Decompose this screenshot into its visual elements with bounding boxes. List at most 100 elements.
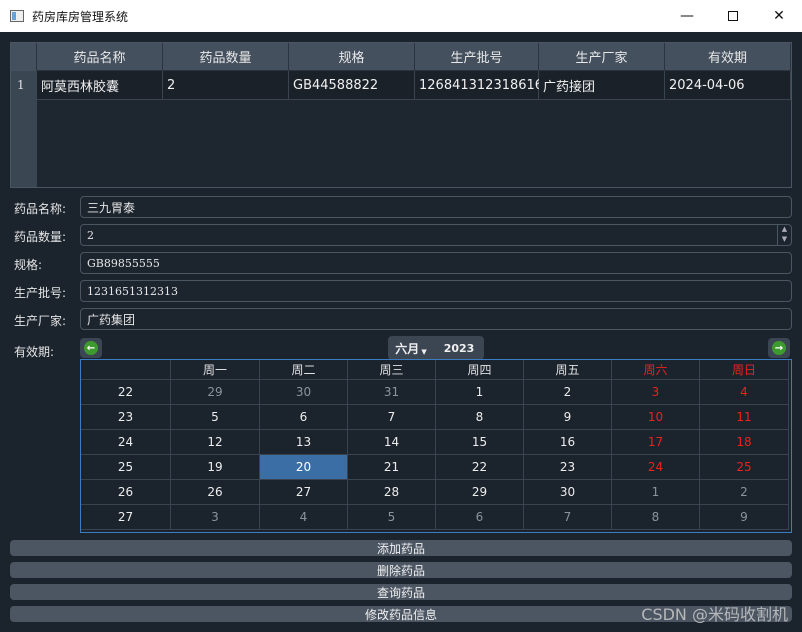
calendar-day[interactable]: 31 (348, 380, 436, 405)
calendar-day[interactable]: 2 (524, 380, 612, 405)
maximize-icon (728, 11, 738, 21)
window-title: 药房库房管理系统 (32, 9, 129, 24)
arrow-left-icon: ← (84, 341, 98, 355)
calendar-week-row: 27 3 4 5 6 7 8 9 (81, 505, 789, 530)
column-header-batch[interactable]: 生产批号 (415, 43, 539, 71)
spin-up-icon[interactable]: ▲ (778, 225, 791, 235)
calendar-day-selected[interactable]: 20 (260, 455, 348, 480)
name-label: 药品名称: (14, 202, 67, 216)
calendar-day[interactable]: 9 (700, 505, 789, 530)
watermark: CSDN @米码收割机 (641, 605, 788, 624)
batch-label: 生产批号: (14, 286, 67, 300)
spec-input[interactable]: GB89855555 (80, 252, 792, 274)
add-drug-button[interactable]: 添加药品 (10, 540, 792, 556)
table-header: 药品名称 药品数量 规格 生产批号 生产厂家 有效期 (37, 43, 791, 71)
calendar-day[interactable]: 25 (700, 455, 789, 480)
week-number: 27 (81, 505, 171, 530)
weekday-header: 周二 (260, 360, 348, 380)
calendar-day[interactable]: 4 (260, 505, 348, 530)
close-icon: ✕ (773, 8, 785, 24)
calendar-day[interactable]: 8 (612, 505, 700, 530)
calendar-day[interactable]: 26 (171, 480, 260, 505)
calendar-navigation: ← 六月 ▼ 2023 → (80, 336, 792, 360)
calendar-day[interactable]: 13 (260, 430, 348, 455)
calendar-day[interactable]: 29 (171, 380, 260, 405)
prev-month-button[interactable]: ← (80, 338, 102, 358)
cell-maker[interactable]: 广药接团 (539, 71, 665, 100)
calendar-day[interactable]: 7 (524, 505, 612, 530)
week-number: 23 (81, 405, 171, 430)
maker-label: 生产厂家: (14, 314, 67, 328)
calendar-day[interactable]: 6 (436, 505, 524, 530)
cell-spec[interactable]: GB44588822 (289, 71, 415, 100)
week-number: 22 (81, 380, 171, 405)
row-number[interactable]: 1 (11, 71, 37, 100)
calendar-day[interactable]: 5 (348, 505, 436, 530)
spin-down-icon[interactable]: ▼ (778, 235, 791, 245)
calendar-day[interactable]: 3 (612, 380, 700, 405)
calendar-day[interactable]: 10 (612, 405, 700, 430)
calendar-day[interactable]: 5 (171, 405, 260, 430)
next-month-button[interactable]: → (768, 338, 790, 358)
calendar-day[interactable]: 9 (524, 405, 612, 430)
qty-spinbox[interactable]: 2 ▲ ▼ (80, 224, 792, 246)
calendar-day[interactable]: 14 (348, 430, 436, 455)
calendar-day[interactable]: 28 (348, 480, 436, 505)
table-corner-button[interactable] (11, 43, 37, 71)
query-drug-button[interactable]: 查询药品 (10, 584, 792, 600)
cell-name[interactable]: 阿莫西林胶囊 (37, 71, 163, 100)
maximize-button[interactable] (710, 0, 756, 32)
weekday-header: 周四 (436, 360, 524, 380)
name-input[interactable]: 三九胃泰 (80, 196, 792, 218)
calendar-day[interactable]: 4 (700, 380, 789, 405)
column-header-spec[interactable]: 规格 (289, 43, 415, 71)
column-header-expiry[interactable]: 有效期 (665, 43, 791, 71)
calendar-week-row: 26 26 27 28 29 30 1 2 (81, 480, 789, 505)
table-row[interactable]: 阿莫西林胶囊 2 GB44588822 126841312318616 广药接团… (37, 71, 791, 100)
calendar-day[interactable]: 1 (612, 480, 700, 505)
expiry-label: 有效期: (14, 345, 55, 359)
delete-drug-button[interactable]: 删除药品 (10, 562, 792, 578)
week-number: 24 (81, 430, 171, 455)
calendar-day[interactable]: 8 (436, 405, 524, 430)
close-button[interactable]: ✕ (756, 0, 802, 32)
calendar-day[interactable]: 3 (171, 505, 260, 530)
calendar-day[interactable]: 12 (171, 430, 260, 455)
column-header-name[interactable]: 药品名称 (37, 43, 163, 71)
batch-input[interactable]: 1231651312313 (80, 280, 792, 302)
calendar-day[interactable]: 29 (436, 480, 524, 505)
calendar-day[interactable]: 2 (700, 480, 789, 505)
drug-table[interactable]: 药品名称 药品数量 规格 生产批号 生产厂家 有效期 1 阿莫西林胶囊 2 GB… (10, 42, 792, 188)
week-number: 26 (81, 480, 171, 505)
calendar-day[interactable]: 30 (524, 480, 612, 505)
column-header-qty[interactable]: 药品数量 (163, 43, 289, 71)
arrow-right-icon: → (772, 341, 786, 355)
calendar-grid[interactable]: 周一 周二 周三 周四 周五 周六 周日 22 29 30 31 1 2 3 4 23 5 6 7 8 9 10 11 24… (80, 359, 792, 533)
calendar-day[interactable]: 21 (348, 455, 436, 480)
calendar-day[interactable]: 30 (260, 380, 348, 405)
calendar-day[interactable]: 15 (436, 430, 524, 455)
calendar-day[interactable]: 16 (524, 430, 612, 455)
calendar-day[interactable]: 19 (171, 455, 260, 480)
calendar-day[interactable]: 23 (524, 455, 612, 480)
maker-input[interactable]: 广药集团 (80, 308, 792, 330)
calendar-day[interactable]: 18 (700, 430, 789, 455)
minimize-button[interactable]: — (664, 0, 710, 32)
cell-qty[interactable]: 2 (163, 71, 289, 100)
weekday-header: 周三 (348, 360, 436, 380)
column-header-maker[interactable]: 生产厂家 (539, 43, 665, 71)
month-dropdown[interactable]: 六月 ▼ (388, 336, 434, 360)
calendar-day[interactable]: 17 (612, 430, 700, 455)
cell-batch[interactable]: 126841312318616 (415, 71, 543, 100)
calendar-day[interactable]: 27 (260, 480, 348, 505)
year-button[interactable]: 2023 (434, 336, 484, 360)
calendar-day[interactable]: 6 (260, 405, 348, 430)
calendar-day[interactable]: 24 (612, 455, 700, 480)
calendar-day[interactable]: 1 (436, 380, 524, 405)
calendar-day[interactable]: 22 (436, 455, 524, 480)
weekday-header: 周六 (612, 360, 700, 380)
cell-expiry[interactable]: 2024-04-06 (665, 71, 791, 100)
calendar-day[interactable]: 7 (348, 405, 436, 430)
calendar-day[interactable]: 11 (700, 405, 789, 430)
weekday-header: 周五 (524, 360, 612, 380)
